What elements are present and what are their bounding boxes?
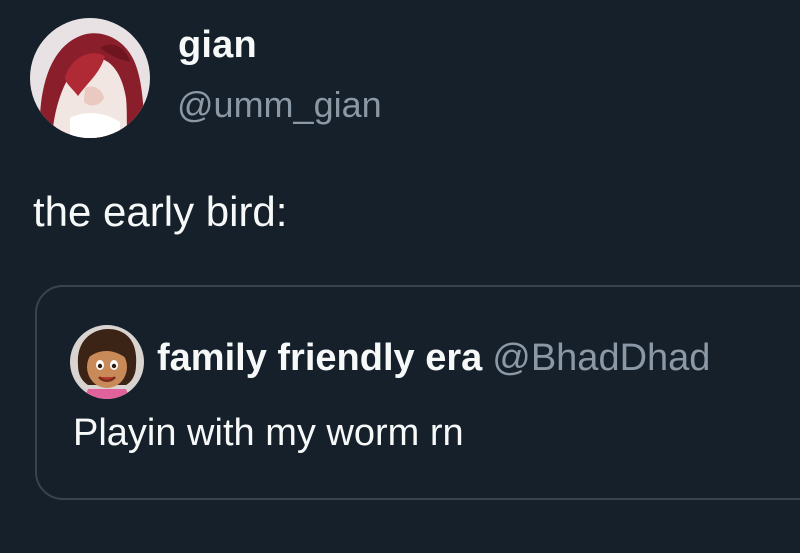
quoted-author-handle[interactable]: @BhadDhad — [492, 337, 710, 379]
quoted-tweet-text: Playin with my worm rn — [73, 412, 464, 454]
author-handle[interactable]: @umm_gian — [177, 84, 382, 126]
quoted-tweet-card[interactable]: family friendly era @BhadDhad Playin with… — [35, 285, 800, 500]
quoted-author-header: family friendly era @BhadDhad — [157, 337, 710, 380]
tweet-text: the early bird: — [33, 188, 288, 235]
author-avatar[interactable] — [30, 18, 150, 138]
cartoon-girl-avatar-icon — [70, 325, 144, 399]
author-display-name[interactable]: gian — [178, 24, 257, 67]
tweet[interactable]: gian @umm_gian the early bird: family fr… — [0, 0, 800, 553]
quoted-author-avatar[interactable] — [70, 325, 144, 399]
quoted-author-display-name[interactable]: family friendly era — [157, 337, 482, 379]
anime-portrait-avatar-icon — [30, 18, 150, 138]
